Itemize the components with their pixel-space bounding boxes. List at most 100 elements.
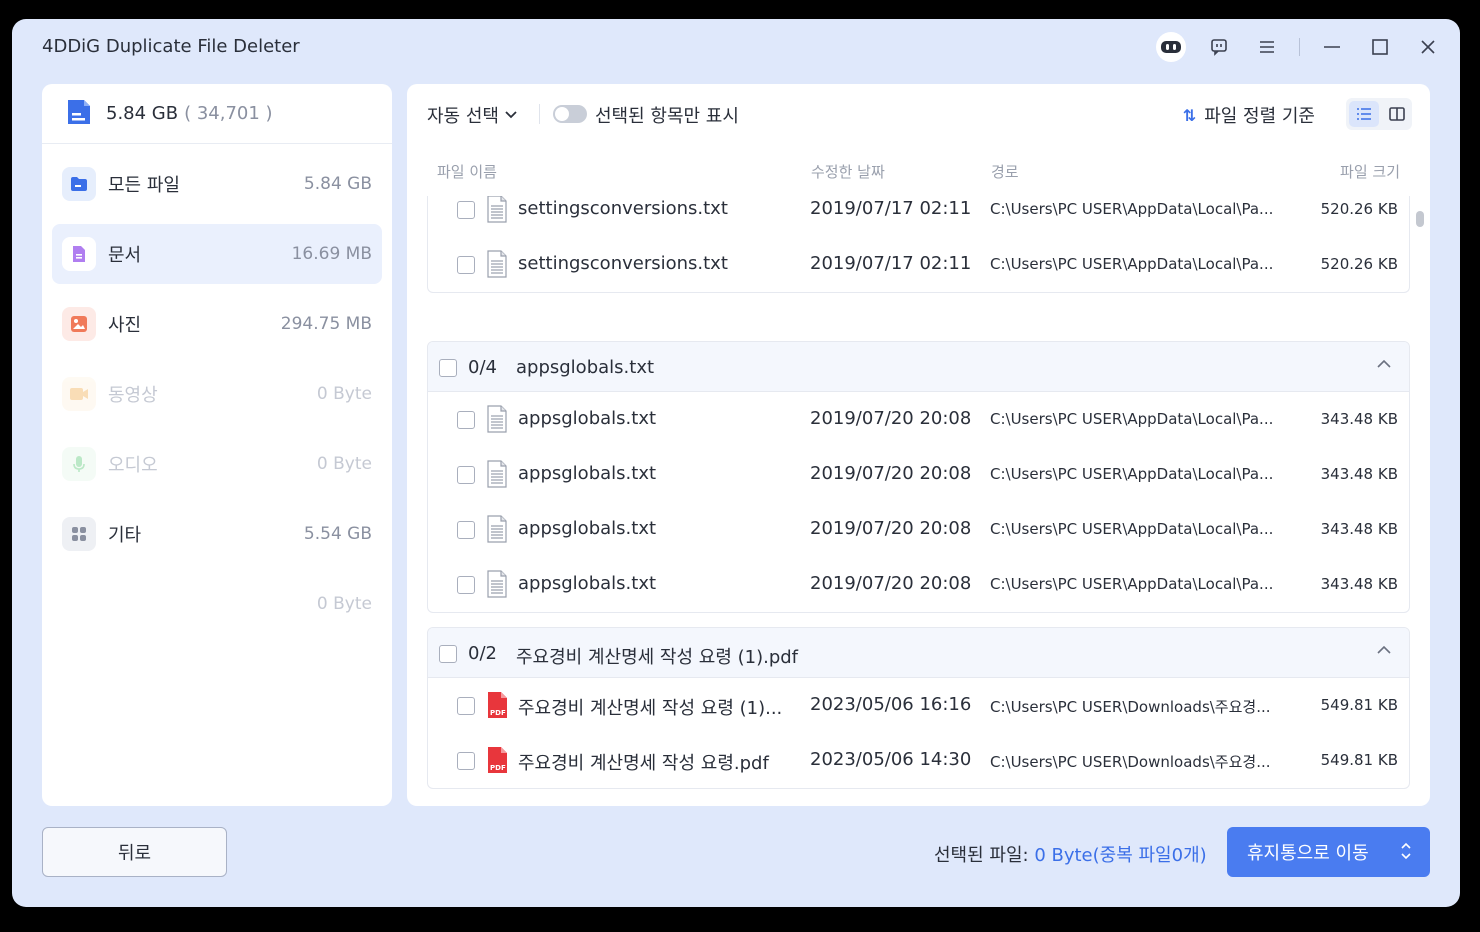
sidebar-item-size: 16.69 MB <box>291 244 372 264</box>
close-icon[interactable] <box>1412 31 1444 63</box>
move-to-trash-label: 휴지통으로 이동 <box>1247 843 1369 864</box>
document-icon <box>62 237 96 271</box>
file-checkbox[interactable] <box>457 466 475 484</box>
file-size: 549.81 KB <box>1320 751 1398 769</box>
file-checkbox[interactable] <box>457 697 475 715</box>
file-row[interactable]: settingsconversions.txt 2019/07/17 02:11… <box>428 237 1409 292</box>
show-selected-toggle[interactable] <box>553 105 587 123</box>
file-date: 2023/05/06 14:30 <box>810 749 972 770</box>
file-row[interactable]: appsglobals.txt 2019/07/20 20:08 C:\User… <box>428 502 1409 557</box>
duplicate-file-list: settingsconversions.txt 2019/07/17 02:11… <box>427 196 1410 806</box>
drive-icon <box>64 97 94 131</box>
column-header-name[interactable]: 파일 이름 <box>437 161 497 182</box>
file-date: 2019/07/17 02:11 <box>810 253 972 274</box>
file-path: C:\Users\PC USER\AppData\Local\Pa... <box>990 200 1274 218</box>
maximize-icon[interactable] <box>1364 31 1396 63</box>
file-row[interactable]: settingsconversions.txt 2019/07/17 02:11… <box>428 196 1409 237</box>
sidebar-item-audio[interactable]: 오디오 0 Byte <box>52 434 382 494</box>
file-row[interactable]: appsglobals.txt 2019/07/20 20:08 C:\User… <box>428 392 1409 447</box>
file-name: 주요경비 계산명세 작성 요령.pdf <box>518 753 769 774</box>
file-path: C:\Users\PC USER\AppData\Local\Pa... <box>990 520 1274 538</box>
sort-button[interactable]: ⇅ 파일 정렬 기준 <box>1183 102 1315 128</box>
title-bar: 4DDiG Duplicate File Deleter <box>12 19 1460 75</box>
sidebar-item-size: 294.75 MB <box>280 314 372 334</box>
minimize-icon[interactable] <box>1316 31 1348 63</box>
text-file-icon <box>486 250 508 282</box>
sidebar-item-label: 모든 파일 <box>108 175 180 196</box>
file-checkbox[interactable] <box>457 256 475 274</box>
file-row[interactable]: appsglobals.txt 2019/07/20 20:08 C:\User… <box>428 447 1409 502</box>
sidebar-item-videos[interactable]: 동영상 0 Byte <box>52 364 382 424</box>
feedback-icon[interactable] <box>1203 31 1235 63</box>
pdf-file-icon: PDF <box>486 691 508 723</box>
list-view-icon[interactable] <box>1349 101 1379 127</box>
selected-label: 선택된 파일: <box>934 845 1029 866</box>
list-scrollbar[interactable] <box>1416 211 1424 227</box>
sidebar-item-all-files[interactable]: 모든 파일 5.84 GB <box>52 154 382 214</box>
file-checkbox[interactable] <box>457 521 475 539</box>
file-size: 343.48 KB <box>1320 465 1398 483</box>
assistant-robot-icon[interactable] <box>1155 31 1187 63</box>
toolbar-divider <box>539 104 540 124</box>
file-name: appsglobals.txt <box>518 518 657 539</box>
file-date: 2019/07/20 20:08 <box>810 463 972 484</box>
file-row[interactable]: appsglobals.txt 2019/07/20 20:08 C:\User… <box>428 557 1409 612</box>
sidebar-item-size: 0 Byte <box>316 384 372 404</box>
group-checkbox[interactable] <box>439 645 457 663</box>
file-name: appsglobals.txt <box>518 573 657 594</box>
group-checkbox[interactable] <box>439 359 457 377</box>
group-header[interactable]: 0/4 appsglobals.txt <box>428 342 1409 392</box>
file-path: C:\Users\PC USER\Downloads\주요경... <box>990 753 1271 771</box>
file-date: 2019/07/17 02:11 <box>810 198 972 219</box>
file-row[interactable]: PDF 주요경비 계산명세 작성 요령 (1)... 2023/05/06 16… <box>428 678 1409 733</box>
file-size: 343.48 KB <box>1320 410 1398 428</box>
sidebar-item-size: 0 Byte <box>316 454 372 474</box>
auto-select-label: 자동 선택 <box>427 106 499 127</box>
duplicate-group: settingsconversions.txt 2019/07/17 02:11… <box>427 196 1410 293</box>
back-button[interactable]: 뒤로 <box>42 827 227 877</box>
file-checkbox[interactable] <box>457 576 475 594</box>
sidebar-item-unnamed: 0 Byte <box>52 574 382 634</box>
results-panel: 자동 선택 선택된 항목만 표시 ⇅ 파일 정렬 기준 파일 이름 수정한 날짜… <box>407 84 1430 806</box>
file-checkbox[interactable] <box>457 201 475 219</box>
sidebar-item-other[interactable]: 기타 5.54 GB <box>52 504 382 564</box>
group-name: 주요경비 계산명세 작성 요령 (1).pdf <box>516 647 799 668</box>
column-header-size[interactable]: 파일 크기 <box>1340 161 1400 182</box>
title-bar-controls <box>1139 31 1444 63</box>
menu-icon[interactable] <box>1251 31 1283 63</box>
sidebar-item-size: 0 Byte <box>316 594 372 614</box>
move-to-trash-button[interactable]: 휴지통으로 이동 <box>1227 827 1430 877</box>
category-sidebar: 5.84 GB ( 34,701 ) 모든 파일 5.84 GB 문서 16.6… <box>42 84 392 806</box>
text-file-icon <box>486 515 508 547</box>
file-row[interactable]: PDF 주요경비 계산명세 작성 요령.pdf 2023/05/06 14:30… <box>428 733 1409 788</box>
group-count: 0/4 <box>468 357 497 378</box>
sidebar-item-documents[interactable]: 문서 16.69 MB <box>52 224 382 284</box>
chevron-down-icon <box>505 111 517 119</box>
column-header-path[interactable]: 경로 <box>991 161 1019 182</box>
chevron-up-down-icon[interactable] <box>1400 841 1412 866</box>
file-path: C:\Users\PC USER\AppData\Local\Pa... <box>990 575 1274 593</box>
chevron-up-icon[interactable] <box>1377 642 1391 658</box>
auto-select-dropdown[interactable]: 자동 선택 <box>427 102 517 128</box>
group-header[interactable]: 0/2 주요경비 계산명세 작성 요령 (1).pdf <box>428 628 1409 678</box>
column-header-date[interactable]: 수정한 날짜 <box>811 161 885 182</box>
app-window: 4DDiG Duplicate File Deleter 5.84 GB (3… <box>12 19 1460 907</box>
sidebar-item-label: 사진 <box>108 315 142 336</box>
text-file-icon <box>486 196 508 227</box>
preview-view-icon[interactable] <box>1382 101 1412 127</box>
folder-icon <box>62 167 96 201</box>
chevron-up-icon[interactable] <box>1377 356 1391 372</box>
file-name: appsglobals.txt <box>518 408 657 429</box>
file-checkbox[interactable] <box>457 411 475 429</box>
selected-files-summary: 선택된 파일: 0 Byte(중복 파일0개) <box>934 841 1207 867</box>
file-size: 549.81 KB <box>1320 696 1398 714</box>
file-checkbox[interactable] <box>457 752 475 770</box>
pdf-file-icon: PDF <box>486 746 508 778</box>
sidebar-item-photos[interactable]: 사진 294.75 MB <box>52 294 382 354</box>
file-path: C:\Users\PC USER\AppData\Local\Pa... <box>990 410 1274 428</box>
file-name: settingsconversions.txt <box>518 198 728 219</box>
file-size: 343.48 KB <box>1320 575 1398 593</box>
text-file-icon <box>486 570 508 602</box>
sort-label: 파일 정렬 기준 <box>1204 106 1315 127</box>
sidebar-item-label: 동영상 <box>108 385 158 406</box>
